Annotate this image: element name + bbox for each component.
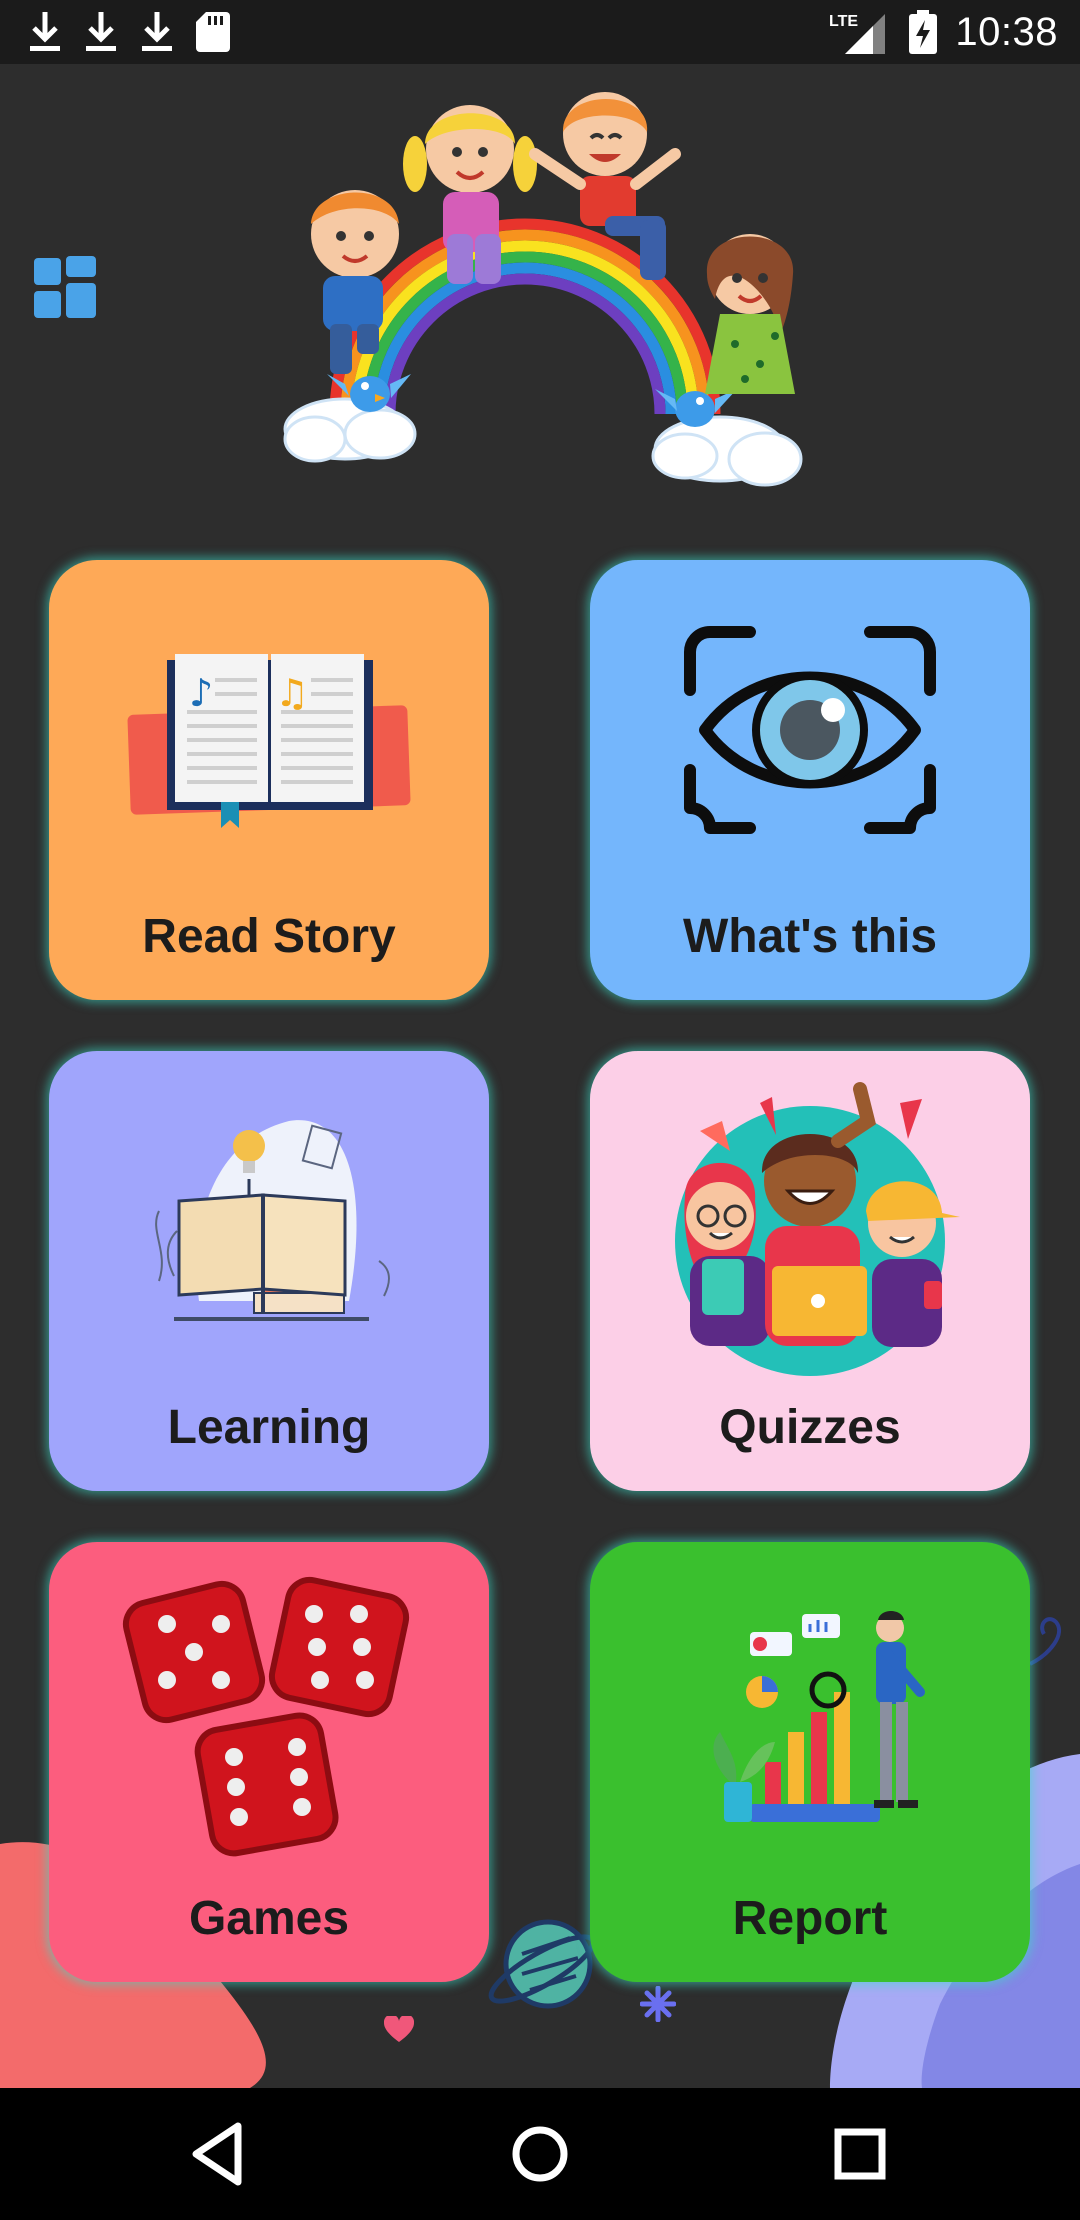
whats-this-label: What's this [682,910,938,963]
heart-icon [384,2016,414,2042]
open-book-icon: ♪ ♫ [127,654,411,828]
home-icon[interactable] [500,2114,580,2194]
games-label: Games [188,1892,350,1945]
system-icons: LTE 10:38 [829,6,1058,58]
learning-label: Learning [167,1401,371,1454]
report-button[interactable]: Report [590,1542,1030,1982]
happy-kids-icon [675,1082,960,1376]
learning-button[interactable]: Learning [49,1051,489,1491]
svg-text:♪: ♪ [189,671,213,715]
books-lightbulb-icon [155,1120,390,1321]
download-icon [86,12,116,51]
sparkle-icon [640,1986,676,2022]
back-icon[interactable] [180,2114,260,2194]
whats-this-button[interactable]: What's this [590,560,1030,1000]
planet-icon [488,1919,596,2009]
recents-icon[interactable] [820,2114,900,2194]
download-icon [30,12,60,51]
read-story-button[interactable]: ♪ ♫ Read Story [49,560,489,1000]
network-type-label: LTE [829,13,858,30]
eye-scan-icon [684,626,936,834]
sd-card-icon [196,12,230,52]
chart-report-icon [713,1611,925,1822]
games-button[interactable]: Games [49,1542,489,1982]
quizzes-button[interactable]: Quizzes [590,1051,1030,1491]
clock: 10:38 [955,9,1058,54]
read-story-label: Read Story [142,910,396,963]
svg-text:♫: ♫ [275,671,309,715]
quizzes-label: Quizzes [719,1401,901,1454]
status-bar: LTE 10:38 [0,0,1080,64]
dice-icon [122,1576,410,1857]
grid-menu-icon[interactable] [34,256,98,320]
lte-signal-icon: LTE [829,13,886,54]
kids-on-rainbow-illustration [283,92,803,487]
download-icon [142,12,172,51]
battery-charging-icon [909,10,938,54]
notification-icons [28,10,230,54]
app-screen: ♪ ♫ Read Story What's this Learning Quiz… [0,64,1080,2088]
navigation-bar [0,2088,1080,2220]
report-label: Report [732,1892,888,1945]
